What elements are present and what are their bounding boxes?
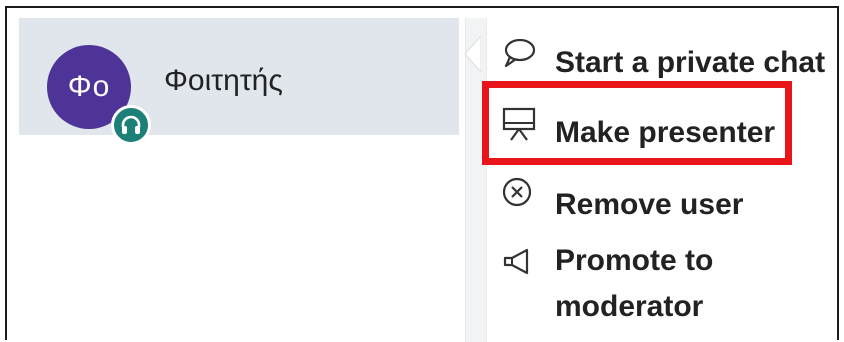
user-name: Φοιτητής [164,64,283,97]
remove-user-label: Remove user [555,188,744,221]
megaphone-icon [503,248,529,275]
remove-user-item[interactable]: Remove user [493,174,833,222]
window-frame: Φο Φοιτητής Start a private chat Make pr… [5,6,839,342]
user-list-item[interactable]: Φο Φοιτητής [19,18,459,145]
promote-to-moderator-label-line1: Promote to [555,244,714,277]
avatar-initials: Φο [67,70,111,103]
promote-to-moderator-item[interactable]: Promote to moderator [493,244,833,340]
promote-to-moderator-label-line2: moderator [555,290,704,323]
highlight-box [482,81,792,165]
start-private-chat-item[interactable]: Start a private chat [493,34,833,82]
menu-pointer [464,36,481,72]
close-circle-icon [502,177,532,207]
start-private-chat-label: Start a private chat [555,46,826,79]
user-options-menu: Start a private chat Make presenter Remo… [493,18,843,342]
chat-bubble-icon [504,38,536,68]
headset-icon [111,105,151,145]
